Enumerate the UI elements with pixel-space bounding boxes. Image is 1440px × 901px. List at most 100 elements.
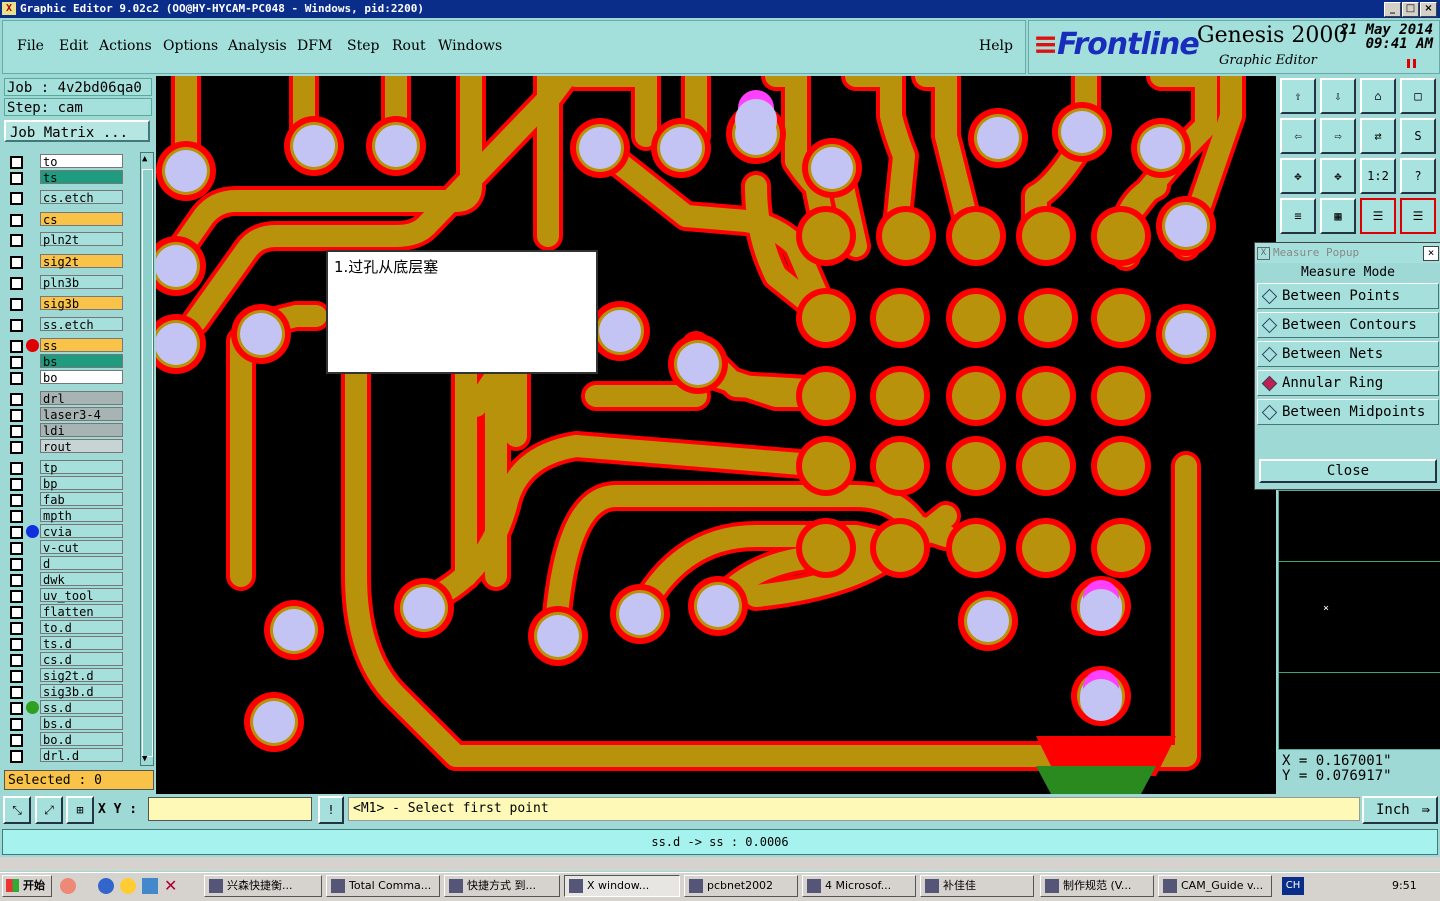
via-hole[interactable] xyxy=(977,117,1019,159)
layer-row[interactable]: v-cut xyxy=(6,540,128,555)
layer-row[interactable]: ss.etch xyxy=(6,317,128,332)
layer-name[interactable]: pln3b xyxy=(40,275,123,290)
app-icon-2[interactable] xyxy=(142,878,158,894)
pad-copper[interactable] xyxy=(1097,294,1145,342)
radio-diamond-icon[interactable] xyxy=(1261,346,1278,363)
pad-copper[interactable] xyxy=(802,372,850,420)
layer-row[interactable]: uv_tool xyxy=(6,588,128,603)
via-hole[interactable] xyxy=(403,587,445,629)
layer-checkbox[interactable] xyxy=(10,702,23,715)
toolbar-tool-icon[interactable]: ? xyxy=(1400,158,1436,194)
menu-help[interactable]: Help xyxy=(979,38,1013,54)
radio-diamond-icon[interactable] xyxy=(1261,404,1278,421)
layer-name[interactable]: mpth xyxy=(40,508,123,523)
unit-selector[interactable]: Inch ⇛ xyxy=(1362,796,1438,824)
measure-option[interactable]: Between Points xyxy=(1257,283,1439,309)
via-hole[interactable] xyxy=(1061,111,1103,153)
layer-name[interactable]: d xyxy=(40,556,123,571)
via-hole[interactable] xyxy=(1140,127,1182,169)
xwin-icon[interactable]: ✕ xyxy=(164,876,177,895)
layer-row[interactable]: drl xyxy=(6,391,128,406)
layer-checkbox[interactable] xyxy=(10,256,23,269)
layer-row[interactable]: bo.d xyxy=(6,732,128,747)
alert-button[interactable]: ! xyxy=(318,796,344,824)
layer-name[interactable]: dwk xyxy=(40,572,123,587)
pad-copper[interactable] xyxy=(802,442,850,490)
via-hole[interactable] xyxy=(1080,679,1122,721)
pad-copper[interactable] xyxy=(876,442,924,490)
menu-step[interactable]: Step xyxy=(347,38,379,54)
pad-copper[interactable] xyxy=(952,442,1000,490)
toolbar-tool-icon[interactable]: ✥ xyxy=(1280,158,1316,194)
layer-row[interactable]: cs xyxy=(6,212,128,227)
taskbar-task[interactable]: pcbnet2002 xyxy=(684,875,798,897)
layer-name[interactable]: cs.d xyxy=(40,652,123,667)
toolbar-tool-icon[interactable]: ⇨ xyxy=(1320,118,1356,154)
layer-name[interactable]: bp xyxy=(40,476,123,491)
menu-actions[interactable]: Actions xyxy=(99,38,152,54)
layer-checkbox[interactable] xyxy=(10,441,23,454)
layer-row[interactable]: flatten xyxy=(6,604,128,619)
layer-name[interactable]: ss.etch xyxy=(40,317,123,332)
layer-checkbox[interactable] xyxy=(10,670,23,683)
layer-name[interactable]: ldi xyxy=(40,423,123,438)
scroll-up-icon[interactable]: ▲ xyxy=(142,154,147,164)
pad-copper[interactable] xyxy=(802,294,850,342)
layer-checkbox[interactable] xyxy=(10,409,23,422)
layer-row[interactable]: fab xyxy=(6,492,128,507)
layer-name[interactable]: ss xyxy=(40,338,123,353)
layer-row[interactable]: pln2t xyxy=(6,232,128,247)
quick-launch-icon[interactable] xyxy=(60,878,76,894)
layer-name[interactable]: drl xyxy=(40,391,123,406)
layer-checkbox[interactable] xyxy=(10,298,23,311)
layer-name[interactable]: tp xyxy=(40,460,123,475)
pad-copper[interactable] xyxy=(952,294,1000,342)
layer-name[interactable]: sig2t xyxy=(40,254,123,269)
taskbar-task[interactable]: 补佳佳 xyxy=(920,875,1034,897)
via-hole[interactable] xyxy=(619,593,661,635)
layer-name[interactable]: ts.d xyxy=(40,636,123,651)
maximize-button[interactable]: □ xyxy=(1402,2,1419,17)
overview-map[interactable]: × xyxy=(1278,490,1440,750)
layer-checkbox[interactable] xyxy=(10,319,23,332)
layer-row[interactable]: to xyxy=(6,154,128,169)
pad-copper[interactable] xyxy=(1022,212,1070,260)
pad-copper[interactable] xyxy=(876,524,924,572)
via-hole[interactable] xyxy=(579,127,621,169)
toolbar-tool-icon[interactable]: ⇩ xyxy=(1320,78,1356,114)
layer-row[interactable]: ts.d xyxy=(6,636,128,651)
layer-row[interactable]: cs.d xyxy=(6,652,128,667)
layer-row[interactable]: sig2t.d xyxy=(6,668,128,683)
layer-scrollbar[interactable]: ▲ ▼ xyxy=(140,152,154,766)
via-hole[interactable] xyxy=(156,245,197,287)
start-button[interactable]: 开始 xyxy=(2,875,52,897)
layer-row[interactable]: sig2t xyxy=(6,254,128,269)
layer-row[interactable]: sig3b.d xyxy=(6,684,128,699)
measure-option[interactable]: Annular Ring xyxy=(1257,370,1439,396)
pad-copper[interactable] xyxy=(876,372,924,420)
via-hole[interactable] xyxy=(697,585,739,627)
menu-edit[interactable]: Edit xyxy=(59,38,88,54)
layer-checkbox[interactable] xyxy=(10,622,23,635)
snap-grid-icon[interactable]: ⤢ xyxy=(35,796,63,824)
popup-close-icon[interactable]: × xyxy=(1423,246,1439,261)
layer-row[interactable]: bs xyxy=(6,354,128,369)
layer-checkbox[interactable] xyxy=(10,510,23,523)
layer-row[interactable]: cvia xyxy=(6,524,128,539)
measure-option[interactable]: Between Nets xyxy=(1257,341,1439,367)
layer-checkbox[interactable] xyxy=(10,478,23,491)
pad-copper[interactable] xyxy=(1022,372,1070,420)
job-matrix-button[interactable]: Job Matrix ... xyxy=(4,120,150,142)
layer-row[interactable]: cs.etch xyxy=(6,190,128,205)
layer-name[interactable]: flatten xyxy=(40,604,123,619)
layer-name[interactable]: rout xyxy=(40,439,123,454)
toolbar-tool-icon[interactable]: ⇦ xyxy=(1280,118,1316,154)
layer-name[interactable]: drl.d xyxy=(40,748,123,763)
taskbar-task[interactable]: 快捷方式 到... xyxy=(444,875,560,897)
layer-checkbox[interactable] xyxy=(10,425,23,438)
menu-analysis[interactable]: Analysis xyxy=(228,38,287,54)
popup-close-button[interactable]: Close xyxy=(1259,459,1437,483)
layer-row[interactable]: ss xyxy=(6,338,128,353)
pad-copper[interactable] xyxy=(1022,442,1070,490)
layer-checkbox[interactable] xyxy=(10,393,23,406)
